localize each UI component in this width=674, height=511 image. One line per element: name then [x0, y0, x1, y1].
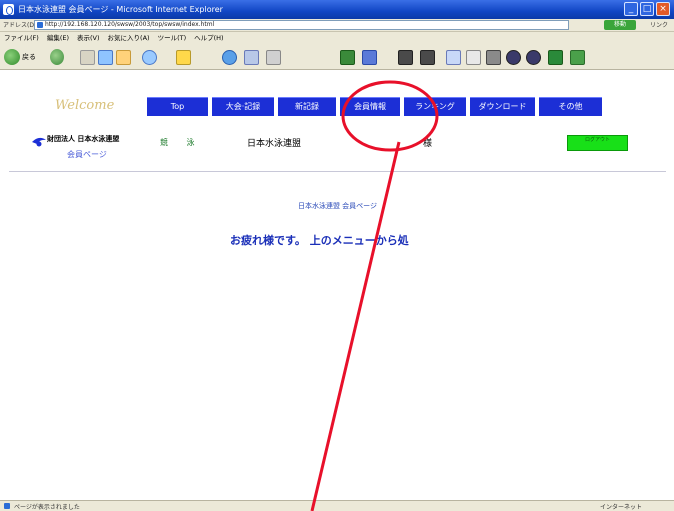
toolbar-extra-icon[interactable]: [446, 50, 461, 65]
org-name: 財団法人 日本水泳連盟: [47, 135, 120, 143]
mail-icon[interactable]: [244, 50, 259, 65]
window-controls: _ □ ×: [624, 2, 670, 16]
back-icon[interactable]: [4, 49, 20, 65]
menu-tools[interactable]: ツール(T): [158, 32, 187, 44]
federation-logo-icon: [32, 137, 46, 147]
nav-top[interactable]: Top: [147, 97, 208, 116]
nav-meets-records[interactable]: 大会·記録: [212, 97, 274, 116]
user-name: 日本水泳連盟: [247, 139, 302, 149]
main-nav: Top 大会·記録 新記録 会員情報 ランキング ダウンロード その他: [147, 97, 602, 116]
member-page-label: 会員ページ: [67, 150, 107, 159]
nav-other[interactable]: その他: [539, 97, 602, 116]
logout-button[interactable]: ログアウト: [567, 135, 628, 151]
go-button[interactable]: 移動: [604, 20, 636, 30]
nav-ranking[interactable]: ランキング: [404, 97, 466, 116]
address-bar: アドレス(D) http://192.168.120.120/swsw/2003…: [0, 19, 674, 32]
search-icon[interactable]: [142, 50, 157, 65]
maximize-button[interactable]: □: [640, 2, 654, 16]
menu-edit[interactable]: 編集(E): [47, 32, 69, 44]
close-button[interactable]: ×: [656, 2, 670, 16]
toolbar-extra-icon[interactable]: [526, 50, 541, 65]
menu-help[interactable]: ヘルプ(H): [194, 32, 223, 44]
toolbar-extra-icon[interactable]: [340, 50, 355, 65]
window-titlebar: 日本水泳連盟 会員ページ - Microsoft Internet Explor…: [0, 0, 674, 19]
home-icon[interactable]: [116, 50, 131, 65]
history-icon[interactable]: [222, 50, 237, 65]
honorific-label: 様: [423, 139, 433, 149]
minimize-button[interactable]: _: [624, 2, 638, 16]
page-subtitle: 日本水泳連盟 会員ページ: [297, 202, 378, 210]
discipline-label: 競 泳: [160, 138, 203, 147]
links-button[interactable]: リンク: [650, 20, 668, 29]
toolbar-extra-icon[interactable]: [466, 50, 481, 65]
stop-icon[interactable]: [80, 50, 95, 65]
zone-indicator: インターネット: [600, 504, 643, 511]
address-input[interactable]: http://192.168.120.120/swsw/2003/top/sws…: [34, 20, 569, 30]
status-text: ページが表示されました: [4, 503, 80, 511]
nav-new-records[interactable]: 新記録: [278, 97, 336, 116]
menu-bar: ファイル(F) 編集(E) 表示(V) お気に入り(A) ツール(T) ヘルプ(…: [0, 32, 674, 44]
menu-favorites[interactable]: お気に入り(A): [108, 32, 150, 44]
header-divider: [9, 171, 666, 172]
status-bar: ページが表示されました インターネット: [0, 500, 674, 511]
welcome-logo: Welcome: [55, 98, 115, 113]
toolbar-extra-icon[interactable]: [570, 50, 585, 65]
toolbar-extra-icon[interactable]: [362, 50, 377, 65]
nav-download[interactable]: ダウンロード: [470, 97, 535, 116]
nav-member-info[interactable]: 会員情報: [340, 97, 400, 116]
address-label: アドレス(D): [3, 22, 37, 29]
toolbar-extra-icon[interactable]: [548, 50, 563, 65]
back-label[interactable]: 戻る: [22, 52, 36, 62]
forward-icon[interactable]: [50, 49, 64, 65]
page-content: Welcome Top 大会·記録 新記録 会員情報 ランキング ダウンロード …: [9, 71, 666, 499]
menu-view[interactable]: 表示(V): [77, 32, 100, 44]
refresh-icon[interactable]: [98, 50, 113, 65]
print-icon[interactable]: [266, 50, 281, 65]
toolbar-extra-icon[interactable]: [398, 50, 413, 65]
favorites-icon[interactable]: [176, 50, 191, 65]
ie-icon: [3, 4, 14, 15]
welcome-message: お疲れ様です。 上のメニューから処: [230, 234, 409, 247]
toolbar-extra-icon[interactable]: [506, 50, 521, 65]
toolbar-extra-icon[interactable]: [420, 50, 435, 65]
menu-file[interactable]: ファイル(F): [4, 32, 39, 44]
browser-toolbar: 戻る: [0, 44, 674, 70]
window-title: 日本水泳連盟 会員ページ - Microsoft Internet Explor…: [18, 5, 223, 14]
toolbar-extra-icon[interactable]: [486, 50, 501, 65]
